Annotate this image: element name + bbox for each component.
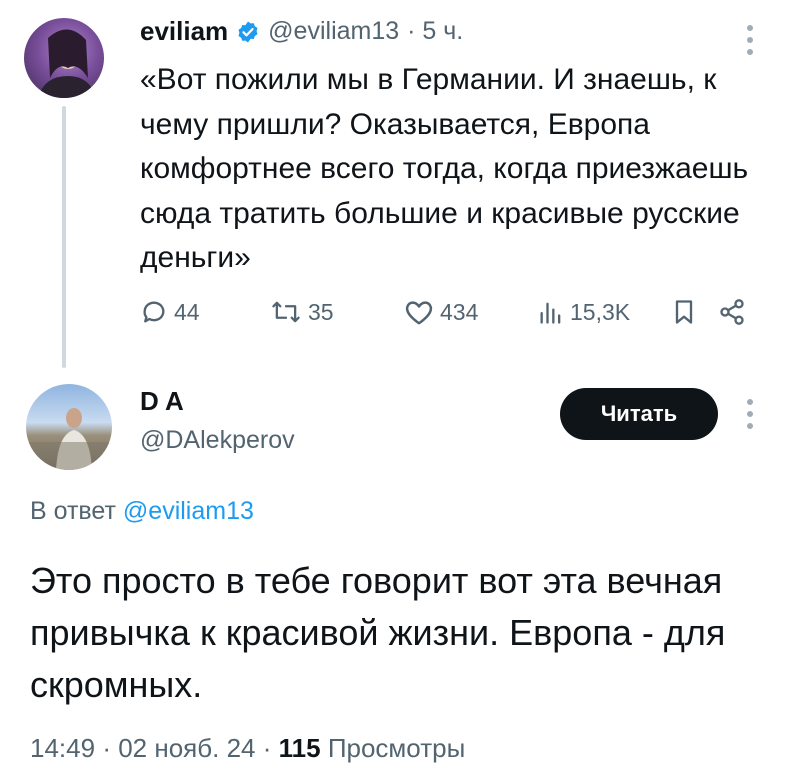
views-chart-icon [540,302,561,324]
reply-views-label: Просмотры [327,733,466,763]
retweet-count: 35 [308,298,334,325]
reply-more-options-icon[interactable] [744,396,756,437]
bookmark-icon [675,300,693,324]
meta-separator: · [262,733,279,763]
avatar-dalekperov[interactable] [26,384,112,470]
tweet-header: eviliam @eviliam13 · 5 ч. [140,16,463,47]
share-button[interactable] [718,298,746,326]
avatar-photo-icon [26,408,112,470]
reply-views-count: 115 [278,733,321,763]
reply-author-handle[interactable]: @DAlekperov [140,426,295,455]
reply-context: В ответ @eviliam13 [30,497,254,526]
reply-metadata: 14:49 · 02 нояб. 24 · 115 Просмотры [30,733,465,764]
reply-time[interactable]: 14:49 [30,733,95,763]
reply-text: Это просто в тебе говорит вот эта вечная… [30,560,726,705]
reply-count: 44 [174,298,200,325]
share-icon [720,299,744,325]
reply-author-name-text: D A [140,386,184,416]
reply-date[interactable]: 02 нояб. 24 [118,733,255,763]
reply-icon [143,301,165,323]
tweet-time[interactable]: · 5 ч. [407,17,463,46]
retweet-icon [272,301,300,323]
reply-author-name[interactable]: D A [140,386,184,417]
heart-icon [405,301,433,325]
like-count: 434 [440,298,479,325]
avatar-portrait-icon [38,29,96,98]
retweet-button[interactable]: 35 [270,298,334,326]
like-button[interactable]: 434 [404,298,478,326]
reply-prefix: В ответ [30,497,116,525]
reply-to-handle-link[interactable]: @eviliam13 [123,497,254,525]
views-button[interactable]: 15,3K [538,298,630,326]
meta-separator: · [102,733,119,763]
thread-connector-line [62,106,66,368]
author-handle[interactable]: @eviliam13 [268,17,399,46]
avatar-eviliam[interactable] [24,18,104,98]
reply-button[interactable]: 44 [140,298,200,326]
follow-button[interactable]: Читать [560,388,718,440]
views-count: 15,3K [570,298,631,325]
bookmark-button[interactable] [672,298,696,326]
tweet-text: «Вот пожили мы в Германии. И знаешь, к ч… [140,63,749,274]
more-options-icon[interactable] [744,22,756,63]
author-name[interactable]: eviliam [140,16,228,47]
verified-badge-icon [236,20,260,44]
